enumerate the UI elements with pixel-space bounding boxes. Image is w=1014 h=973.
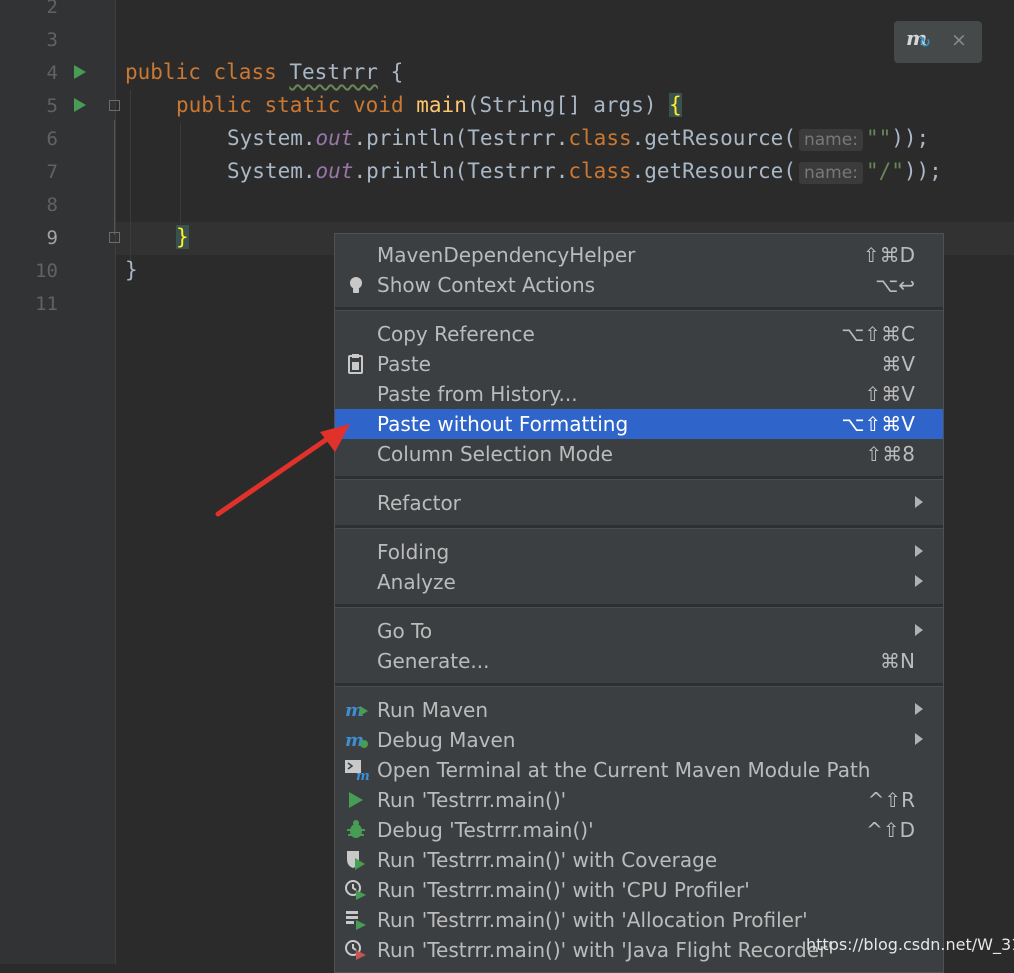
- annotation-arrow-icon: [215, 424, 350, 517]
- watermark: https://blog.csdn.net/W_317: [806, 935, 1014, 954]
